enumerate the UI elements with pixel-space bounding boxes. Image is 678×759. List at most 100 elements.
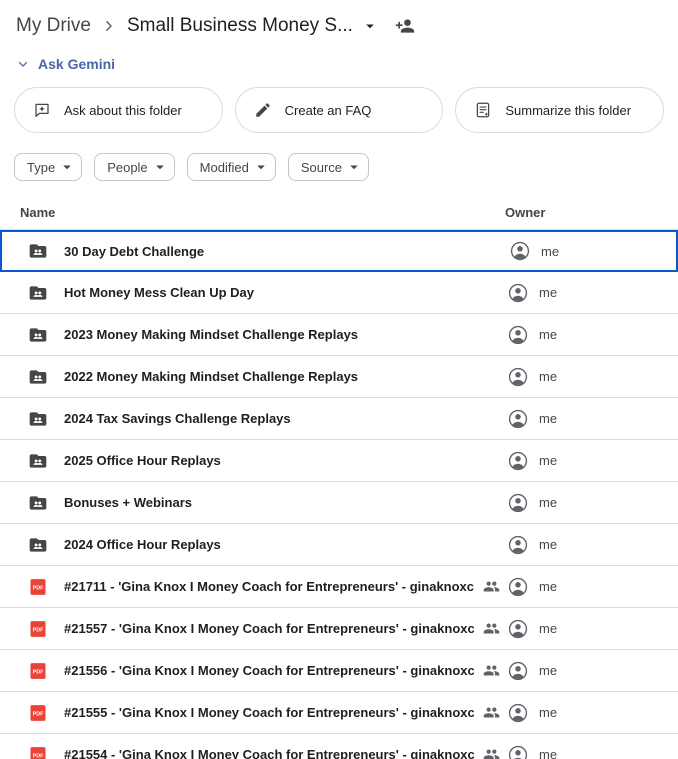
breadcrumb-current-folder[interactable]: Small Business Money S...	[123, 13, 357, 39]
file-name: 2025 Office Hour Replays	[64, 453, 221, 468]
file-row[interactable]: PDF #21711 - 'Gina Knox I Money Coach for…	[0, 566, 678, 608]
folder-shared-icon	[28, 451, 48, 471]
owner-name: me	[539, 663, 557, 678]
ask-gemini-toggle[interactable]: Ask Gemini	[16, 56, 115, 72]
gemini-action-summarize-this-folder[interactable]: Summarize this folder	[455, 87, 664, 133]
file-name: 2022 Money Making Mindset Challenge Repl…	[64, 369, 358, 384]
column-header-owner[interactable]: Owner	[505, 205, 545, 220]
table-header: Name Owner	[0, 196, 678, 230]
folder-shared-icon	[28, 409, 48, 429]
caret-down-icon	[58, 158, 76, 176]
file-row[interactable]: PDF #21555 - 'Gina Knox I Money Coach for…	[0, 692, 678, 734]
pdf-file-icon: PDF	[28, 745, 48, 759]
column-header-name[interactable]: Name	[20, 205, 55, 220]
owner-avatar-icon	[507, 282, 529, 304]
gemini-action-label: Summarize this folder	[505, 103, 631, 118]
file-name: #21554 - 'Gina Knox I Money Coach for En…	[64, 747, 474, 759]
gemini-action-create-an-faq[interactable]: Create an FAQ	[235, 87, 444, 133]
shared-people-icon	[483, 662, 500, 679]
owner-name: me	[539, 495, 557, 510]
person-add-icon[interactable]	[395, 16, 415, 36]
gemini-action-ask-about-this-folder[interactable]: Ask about this folder	[14, 87, 223, 133]
file-name: #21555 - 'Gina Knox I Money Coach for En…	[64, 705, 474, 720]
chat-sparkle-icon	[33, 101, 51, 119]
folder-shared-icon	[28, 283, 48, 303]
svg-text:PDF: PDF	[33, 669, 45, 675]
owner-cell: me	[507, 450, 557, 472]
doc-sparkle-icon	[474, 101, 492, 119]
owner-cell: me	[507, 618, 557, 640]
file-row[interactable]: 2022 Money Making Mindset Challenge Repl…	[0, 356, 678, 398]
svg-text:PDF: PDF	[33, 753, 45, 759]
owner-cell: me	[509, 240, 559, 262]
folder-menu-caret-icon[interactable]	[361, 17, 379, 35]
pdf-file-icon: PDF	[28, 619, 48, 639]
owner-avatar-icon	[507, 618, 529, 640]
owner-cell: me	[507, 492, 557, 514]
owner-cell: me	[507, 366, 557, 388]
owner-name: me	[539, 411, 557, 426]
owner-name: me	[539, 369, 557, 384]
file-name: 30 Day Debt Challenge	[64, 244, 204, 259]
gemini-action-label: Create an FAQ	[285, 103, 372, 118]
filter-chip-label: Source	[301, 160, 342, 175]
owner-name: me	[539, 747, 557, 759]
owner-avatar-icon	[507, 366, 529, 388]
owner-avatar-icon	[507, 744, 529, 759]
file-name: 2024 Office Hour Replays	[64, 537, 221, 552]
file-row[interactable]: 2025 Office Hour Replays me	[0, 440, 678, 482]
owner-cell: me	[507, 576, 557, 598]
svg-text:PDF: PDF	[33, 711, 45, 717]
file-row[interactable]: PDF #21554 - 'Gina Knox I Money Coach for…	[0, 734, 678, 759]
owner-name: me	[539, 579, 557, 594]
owner-avatar-icon	[507, 576, 529, 598]
file-name: 2023 Money Making Mindset Challenge Repl…	[64, 327, 358, 342]
file-row[interactable]: Hot Money Mess Clean Up Dayme	[0, 272, 678, 314]
filter-chip-label: Modified	[200, 160, 249, 175]
chevron-down-icon	[16, 57, 30, 71]
file-row[interactable]: 30 Day Debt Challenge me	[0, 230, 678, 272]
filter-chip-type[interactable]: Type	[14, 153, 82, 181]
filter-chips-row: Type People Modified Source	[14, 153, 678, 181]
shared-people-icon	[483, 746, 500, 759]
folder-shared-icon	[28, 241, 48, 261]
owner-name: me	[541, 244, 559, 259]
caret-down-icon	[252, 158, 270, 176]
owner-cell: me	[507, 702, 557, 724]
owner-cell: me	[507, 660, 557, 682]
file-name: 2024 Tax Savings Challenge Replays	[64, 411, 291, 426]
pdf-file-icon: PDF	[28, 577, 48, 597]
owner-cell: me	[507, 408, 557, 430]
gemini-actions-row: Ask about this folder Create an FAQ Summar…	[14, 87, 664, 133]
owner-cell: me	[507, 324, 557, 346]
file-row[interactable]: PDF #21557 - 'Gina Knox I Money Coach for…	[0, 608, 678, 650]
file-row[interactable]: 2024 Office Hour Replaysme	[0, 524, 678, 566]
owner-avatar-icon	[507, 660, 529, 682]
owner-name: me	[539, 705, 557, 720]
pdf-file-icon: PDF	[28, 703, 48, 723]
owner-avatar-icon	[507, 324, 529, 346]
ask-gemini-label: Ask Gemini	[38, 56, 115, 72]
filter-chip-modified[interactable]: Modified	[187, 153, 276, 181]
file-row[interactable]: PDF#21556 - 'Gina Knox I Money Coach for…	[0, 650, 678, 692]
owner-name: me	[539, 621, 557, 636]
file-row[interactable]: 2023 Money Making Mindset Challenge Repl…	[0, 314, 678, 356]
file-row[interactable]: Bonuses + Webinars me	[0, 482, 678, 524]
caret-down-icon	[345, 158, 363, 176]
owner-name: me	[539, 453, 557, 468]
filter-chip-source[interactable]: Source	[288, 153, 369, 181]
owner-avatar-icon	[507, 534, 529, 556]
owner-avatar-icon	[509, 240, 531, 262]
owner-cell: me	[507, 744, 557, 759]
folder-shared-icon	[28, 325, 48, 345]
owner-avatar-icon	[507, 408, 529, 430]
filter-chip-people[interactable]: People	[94, 153, 174, 181]
file-name: Bonuses + Webinars	[64, 495, 192, 510]
file-row[interactable]: 2024 Tax Savings Challenge Replays me	[0, 398, 678, 440]
breadcrumb-my-drive[interactable]: My Drive	[12, 13, 95, 39]
pen-spark-icon	[254, 101, 272, 119]
folder-shared-icon	[28, 367, 48, 387]
file-name: #21557 - 'Gina Knox I Money Coach for En…	[64, 621, 474, 636]
pdf-file-icon: PDF	[28, 661, 48, 681]
file-name: #21711 - 'Gina Knox I Money Coach for En…	[64, 579, 474, 594]
